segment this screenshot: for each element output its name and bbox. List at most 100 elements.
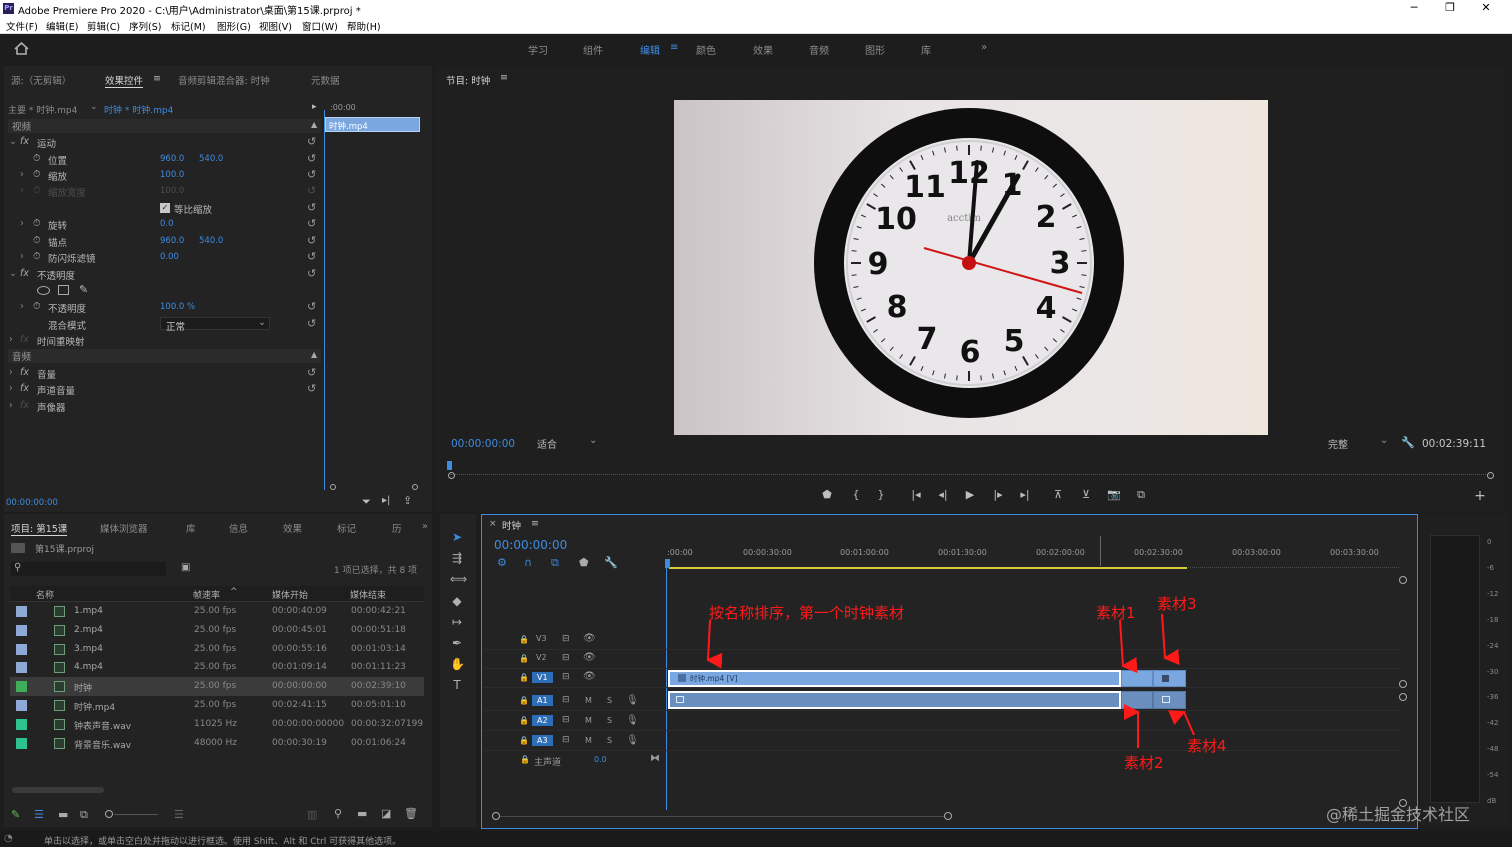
lock-icon[interactable]: 🔒 (519, 696, 529, 705)
column-name[interactable]: 名称 (36, 588, 54, 601)
step-forward-icon[interactable]: |▸ (990, 488, 1006, 501)
stopwatch-icon[interactable]: ⏱ (33, 235, 40, 246)
solo-button[interactable]: S (607, 696, 612, 705)
timeline-zoom-handle-right[interactable] (944, 812, 952, 820)
reset-icon[interactable]: ↺ (307, 152, 316, 165)
position-y-value[interactable]: 540.0 (199, 154, 223, 164)
master-clip-label[interactable]: 主要 * 时钟.mp4 (8, 103, 77, 116)
linked-selection-icon[interactable]: ⧉ (551, 556, 559, 570)
chevron-down-icon[interactable]: ⌄ (90, 102, 98, 112)
extract-icon[interactable]: ⊻ (1078, 488, 1094, 501)
fit-dropdown[interactable]: 适合 ⌄ (537, 435, 599, 451)
zoom-slider-track[interactable] (114, 814, 158, 815)
sequence-clip-label[interactable]: 时钟 * 时钟.mp4 (104, 103, 173, 116)
zoom-handle-left[interactable] (330, 484, 336, 490)
workspace-menu-icon[interactable]: ≡ (670, 42, 678, 53)
add-marker-icon[interactable]: ⬟ (819, 488, 835, 501)
anchor-y-value[interactable]: 540.0 (199, 236, 223, 246)
automate-to-sequence-icon[interactable]: ▥ (307, 808, 317, 821)
ellipse-mask-icon[interactable] (37, 286, 50, 295)
chevron-right-icon[interactable]: › (20, 301, 24, 312)
program-scrub-bar[interactable] (450, 467, 1490, 475)
label-color-swatch[interactable] (16, 681, 27, 693)
workspace-assembly[interactable]: 组件 (583, 42, 603, 57)
workspace-color[interactable]: 颜色 (696, 42, 716, 57)
stopwatch-icon[interactable]: ⏱ (33, 218, 40, 229)
export-frame-icon[interactable]: 📷 (1106, 488, 1122, 501)
project-item-row[interactable]: 4.mp4 25.00 fps 00:01:09:14 00:01:11:23 (10, 658, 424, 677)
effect-controls-timecode[interactable]: 00:00:00:00 (6, 498, 58, 508)
sync-lock-icon[interactable]: ⊟ (562, 715, 570, 725)
stopwatch-icon[interactable]: ⏱ (33, 153, 40, 164)
chevron-right-icon[interactable]: › (20, 169, 24, 180)
panel-menu-icon[interactable]: ≡ (500, 72, 508, 83)
chevron-right-icon[interactable]: › (20, 251, 24, 262)
track-target-v2[interactable]: V2 (536, 653, 547, 662)
mute-button[interactable]: M (585, 736, 592, 745)
mini-playhead[interactable] (324, 110, 325, 490)
uniform-scale-checkbox[interactable]: ✓ (160, 203, 170, 213)
type-tool-icon[interactable]: T (450, 678, 464, 692)
find-icon[interactable]: ⚲ (334, 807, 342, 820)
position-x-value[interactable]: 960.0 (160, 154, 184, 164)
workspace-libraries[interactable]: 库 (921, 42, 931, 57)
eye-icon[interactable]: 👁 (583, 652, 596, 663)
scale-value[interactable]: 100.0 (160, 170, 184, 180)
chevron-right-icon[interactable]: › (9, 383, 13, 394)
list-view-icon[interactable]: ☰ (34, 808, 44, 821)
lift-icon[interactable]: ⊼ (1050, 488, 1066, 501)
lock-icon[interactable]: 🔒 (520, 755, 530, 764)
menu-marker[interactable]: 标记(M) (171, 19, 206, 33)
tab-metadata[interactable]: 元数据 (311, 73, 340, 87)
label-color-swatch[interactable] (16, 643, 27, 655)
maximize-button[interactable]: ❐ (1440, 1, 1460, 14)
fx-icon[interactable]: fx (20, 367, 29, 378)
menu-clip[interactable]: 剪辑(C) (87, 19, 120, 33)
panel-menu-icon[interactable]: ≡ (531, 518, 539, 529)
mute-button[interactable]: M (585, 716, 592, 725)
tab-effects[interactable]: 效果 (283, 521, 302, 535)
solo-button[interactable]: S (607, 736, 612, 745)
hand-tool-icon[interactable]: ✋ (450, 657, 465, 671)
blend-mode-dropdown[interactable]: 正常 ⌄ (160, 317, 270, 333)
go-to-in-icon[interactable]: |◂ (908, 488, 924, 501)
pencil-icon[interactable]: ✎ (11, 808, 20, 821)
column-media-start[interactable]: 媒体开始 (272, 588, 308, 601)
menu-sequence[interactable]: 序列(S) (129, 19, 161, 33)
add-button[interactable]: + (1472, 488, 1488, 504)
workspace-effects[interactable]: 效果 (753, 42, 773, 57)
sync-lock-icon[interactable]: ⊟ (562, 634, 570, 644)
sort-ascending-icon[interactable]: ^ (230, 587, 238, 597)
freeform-view-icon[interactable]: ⧉ (80, 808, 88, 822)
tab-history[interactable]: 历 (392, 521, 402, 535)
flicker-value[interactable]: 0.00 (160, 252, 179, 262)
reset-icon[interactable]: ↺ (307, 234, 316, 247)
eye-icon[interactable]: 👁 (583, 633, 596, 644)
eye-icon[interactable]: 👁 (583, 671, 596, 682)
label-color-swatch[interactable] (16, 700, 27, 711)
label-color-swatch[interactable] (16, 718, 27, 730)
stopwatch-icon[interactable]: ⏱ (33, 301, 40, 312)
timeline-vertical-scrollbar[interactable] (1398, 576, 1410, 807)
pen-tool-icon[interactable]: ✒ (450, 636, 464, 650)
ripple-edit-tool-icon[interactable]: ⟺ (450, 572, 467, 586)
play-only-icon[interactable]: ▸ (312, 102, 317, 112)
label-color-swatch[interactable] (16, 662, 27, 674)
tab-info[interactable]: 信息 (229, 521, 248, 535)
mute-button[interactable]: M (585, 696, 592, 705)
menu-help[interactable]: 帮助(H) (347, 19, 381, 33)
playhead-handle[interactable] (665, 559, 670, 568)
project-item-row[interactable]: 1.mp4 25.00 fps 00:00:40:09 00:00:42:21 (10, 602, 424, 621)
track-target-a3[interactable]: A3 (532, 735, 553, 746)
column-media-end[interactable]: 媒体结束 (350, 588, 386, 601)
play-audio-icon[interactable]: ▸| (382, 495, 390, 506)
chevron-down-icon[interactable]: ⌄ (9, 136, 17, 147)
close-icon[interactable]: × (489, 519, 497, 529)
quality-dropdown[interactable]: 完整 ⌄ (1328, 435, 1390, 451)
scrub-handle-left[interactable] (448, 472, 455, 479)
fx-icon[interactable]: fx (20, 136, 29, 147)
zoom-handle-right[interactable] (412, 484, 418, 490)
tab-media-browser[interactable]: 媒体浏览器 (100, 521, 148, 535)
workspace-editing[interactable]: 编辑 (640, 42, 660, 57)
zoom-slider-handle[interactable] (105, 810, 113, 818)
